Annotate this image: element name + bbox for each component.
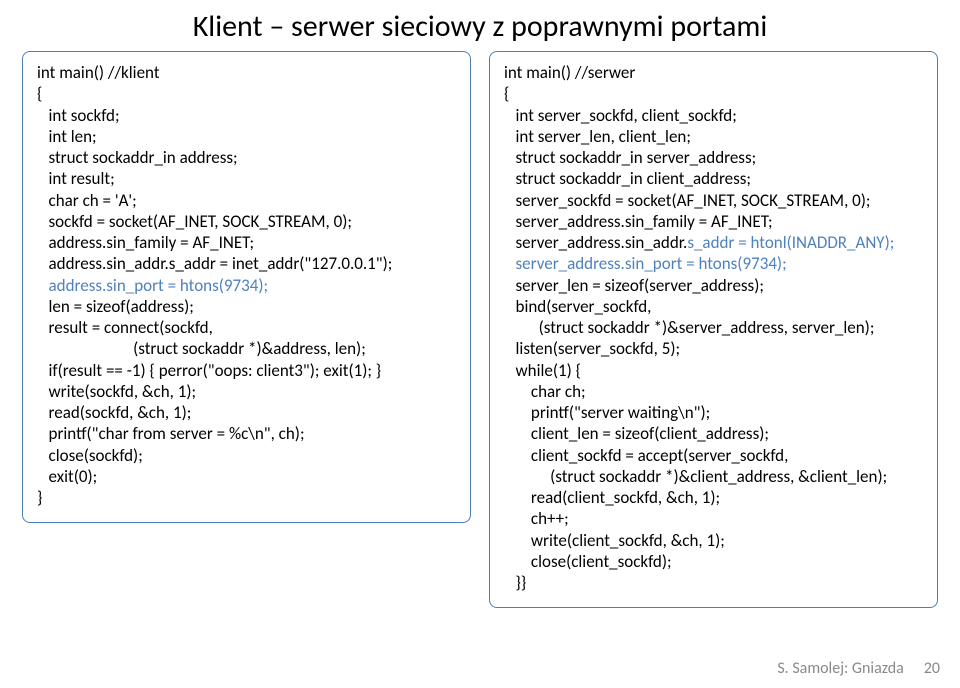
code-line: close(sockfd); (37, 445, 456, 466)
code-highlight-text: s_addr = htonl(INADDR_ANY); (687, 232, 894, 253)
code-line: client_sockfd = accept(server_sockfd, (504, 445, 923, 466)
footer: S. Samolej: Gniazda 20 (777, 659, 940, 678)
code-line: server_address.sin_family = AF_INET; (504, 211, 923, 232)
code-line: server_len = sizeof(server_address); (504, 275, 923, 296)
code-line: sockfd = socket(AF_INET, SOCK_STREAM, 0)… (37, 211, 456, 232)
code-line: ch++; (504, 508, 923, 529)
code-line-highlight: server_address.sin_port = htons(9734); (504, 253, 923, 274)
code-line: { (37, 83, 456, 104)
code-line: struct sockaddr_in server_address; (504, 147, 923, 168)
code-line: (struct sockaddr *)&server_address, serv… (504, 317, 923, 338)
code-line: exit(0); (37, 466, 456, 487)
code-line: write(sockfd, &ch, 1); (37, 381, 456, 402)
code-line: server_sockfd = socket(AF_INET, SOCK_STR… (504, 190, 923, 211)
footer-page: 20 (924, 659, 940, 678)
code-line: int len; (37, 126, 456, 147)
code-line-highlight: server_address.sin_addr.s_addr = htonl(I… (504, 232, 923, 253)
code-line: write(client_sockfd, &ch, 1); (504, 530, 923, 551)
code-line: printf("char from server = %c\n", ch); (37, 423, 456, 444)
code-line: (struct sockaddr *)&address, len); (37, 338, 456, 359)
left-column: int main() //klient { int sockfd; int le… (22, 51, 471, 608)
code-line: listen(server_sockfd, 5); (504, 338, 923, 359)
code-line: address.sin_family = AF_INET; (37, 232, 456, 253)
code-line: int server_sockfd, client_sockfd; (504, 105, 923, 126)
columns: int main() //klient { int sockfd; int le… (22, 51, 938, 608)
footer-author: S. Samolej: Gniazda (777, 659, 903, 678)
code-line: if(result == -1) { perror("oops: client3… (37, 360, 456, 381)
code-line: address.sin_addr.s_addr = inet_addr("127… (37, 253, 456, 274)
code-line: }} (504, 572, 923, 593)
code-line: int main() //klient (37, 62, 456, 83)
code-line: read(client_sockfd, &ch, 1); (504, 487, 923, 508)
code-line: result = connect(sockfd, (37, 317, 456, 338)
slide: Klient – serwer sieciowy z poprawnymi po… (0, 0, 960, 688)
code-line: struct sockaddr_in client_address; (504, 168, 923, 189)
code-line: while(1) { (504, 360, 923, 381)
code-line: client_len = sizeof(client_address); (504, 423, 923, 444)
server-code-box: int main() //serwer { int server_sockfd,… (489, 51, 938, 608)
code-line: struct sockaddr_in address; (37, 147, 456, 168)
code-text: server_address.sin_addr. (504, 232, 687, 253)
code-line: printf("server waiting\n"); (504, 402, 923, 423)
code-line: char ch = 'A'; (37, 190, 456, 211)
code-line: read(sockfd, &ch, 1); (37, 402, 456, 423)
code-line: len = sizeof(address); (37, 296, 456, 317)
code-line: } (37, 487, 456, 508)
right-column: int main() //serwer { int server_sockfd,… (489, 51, 938, 608)
code-line: int server_len, client_len; (504, 126, 923, 147)
code-line: close(client_sockfd); (504, 551, 923, 572)
code-line: bind(server_sockfd, (504, 296, 923, 317)
slide-title: Klient – serwer sieciowy z poprawnymi po… (22, 8, 938, 45)
client-code-box: int main() //klient { int sockfd; int le… (22, 51, 471, 523)
code-line: (struct sockaddr *)&client_address, &cli… (504, 466, 923, 487)
code-line: { (504, 83, 923, 104)
code-line: int sockfd; (37, 105, 456, 126)
code-line: int result; (37, 168, 456, 189)
code-line: int main() //serwer (504, 62, 923, 83)
code-line-highlight: address.sin_port = htons(9734); (37, 275, 456, 296)
code-line: char ch; (504, 381, 923, 402)
